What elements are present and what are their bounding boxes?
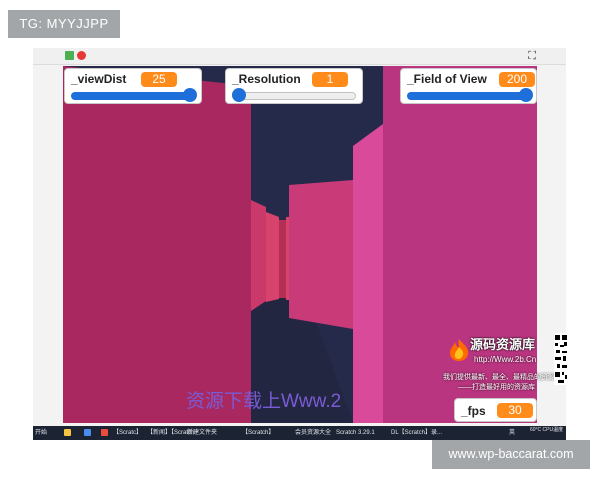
wall-right-side (353, 124, 383, 423)
os-taskbar: 开始 【Scratc】 【新闻】【Scratch 新建文件夹 【Scratch】… (33, 426, 566, 440)
taskbar-item-recording[interactable]: DL【Scratch】录... (391, 429, 442, 437)
folder-icon[interactable] (64, 429, 71, 436)
wall-distant-edge (286, 217, 289, 300)
monitor-fps: _fps 30 (454, 398, 537, 422)
wall-left-far (266, 212, 279, 302)
monitor-view-dist: _viewDist 25 (64, 68, 202, 104)
field-of-view-value: 200 (499, 72, 535, 87)
watermark-tagline: 我们提供最新、最全、最精品的资源 (443, 374, 555, 381)
browser-icon[interactable] (84, 429, 91, 436)
corner-tag-bottom: www.wp-baccarat.com (432, 440, 590, 469)
view-dist-slider[interactable] (71, 92, 195, 100)
watermark-title: 源码资源库 (470, 337, 536, 352)
resolution-label: _Resolution (232, 72, 301, 86)
taskbar-item-new-folder[interactable]: 新建文件夹 (187, 429, 217, 437)
field-of-view-slider[interactable] (407, 92, 532, 100)
green-flag-icon[interactable] (65, 51, 74, 60)
wall-right-near (383, 66, 537, 423)
view-dist-value: 25 (141, 72, 177, 87)
resolution-slider[interactable] (232, 92, 356, 100)
watermark-tagline-sub: ——打造最好用的资源库 (458, 384, 535, 391)
flame-logo-icon (450, 339, 469, 361)
game-stage[interactable] (63, 66, 537, 423)
view-dist-label: _viewDist (71, 72, 127, 86)
taskbar-item-scratch-app[interactable]: Scratch 3.29.1 (336, 429, 375, 437)
qr-code-icon (554, 333, 568, 385)
fps-value: 30 (497, 403, 533, 418)
fullscreen-icon[interactable]: ⛶ (528, 49, 536, 63)
overlay-download-text: 资源下载上Www.2 (186, 391, 342, 412)
watermark-url: http://Www.2b.Cn (474, 355, 537, 364)
wall-left-mid (251, 200, 266, 311)
taskbar-start[interactable]: 开始 (35, 429, 47, 437)
taskbar-item-scratch-1[interactable]: 【Scratc】 (113, 429, 142, 437)
monitor-field-of-view: _Field of View 200 (400, 68, 537, 104)
corner-tag-top: TG: MYYJJPP (8, 10, 120, 38)
taskbar-item-resources[interactable]: 会员资源大全 (295, 429, 331, 437)
view-dist-slider-thumb[interactable] (183, 88, 197, 102)
wall-distant (279, 220, 286, 298)
app-icon[interactable] (101, 429, 108, 436)
resolution-value: 1 (312, 72, 348, 87)
monitor-resolution: _Resolution 1 (225, 68, 363, 104)
wall-left-near (63, 66, 251, 423)
taskbar-cpu-status: 60°C CPU温度 (530, 427, 564, 433)
raycast-corridor-scene (63, 66, 537, 423)
fps-label: _fps (461, 404, 486, 418)
resolution-slider-thumb[interactable] (232, 88, 246, 102)
field-of-view-label: _Field of View (407, 72, 487, 86)
taskbar-ime[interactable]: 英 (509, 429, 515, 437)
taskbar-item-scratch-2[interactable]: 【Scratch】 (242, 429, 274, 437)
stop-icon[interactable] (77, 51, 86, 60)
wall-right-mid (289, 180, 353, 329)
stage-titlebar: ⛶ (33, 48, 566, 65)
scratch-stage-window: ⛶ _viewDist 25 _Resolution 1 _Field of V… (33, 48, 566, 426)
field-of-view-slider-thumb[interactable] (519, 88, 533, 102)
